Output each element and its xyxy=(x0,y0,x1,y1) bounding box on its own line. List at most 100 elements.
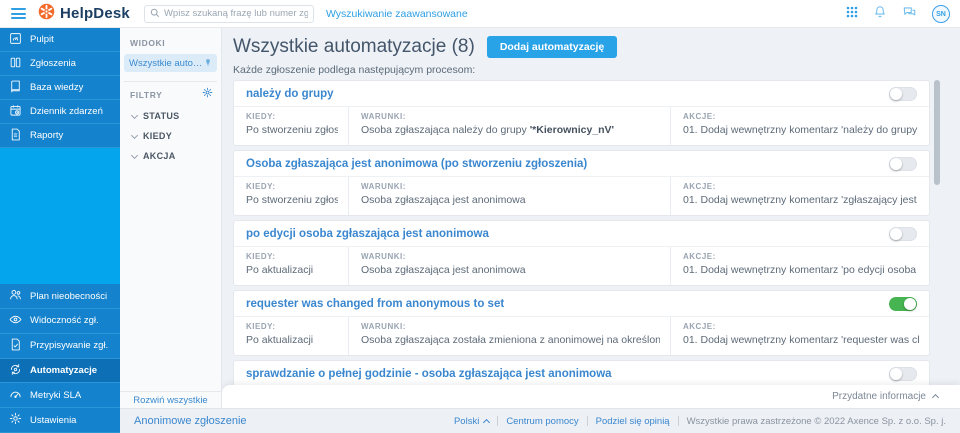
menu-icon[interactable] xyxy=(11,8,26,19)
kiedy-value: Po stworzeniu zgłoszenia xyxy=(246,124,338,136)
warunki-column: WARUNKI: Osoba zgłaszająca jest anonimow… xyxy=(348,247,670,285)
warunki-value: Osoba zgłaszająca została zmieniona z an… xyxy=(361,334,660,346)
sidebar-item-raporty[interactable]: Raporty xyxy=(0,124,120,148)
advanced-search-link[interactable]: Wyszukiwanie zaawansowane xyxy=(326,8,468,20)
automation-title[interactable]: Osoba zgłaszająca jest anonimowa (po stw… xyxy=(246,158,587,170)
bell-icon[interactable] xyxy=(873,5,887,24)
tickets-icon xyxy=(9,56,22,72)
avatar[interactable]: SN xyxy=(932,5,950,23)
view-item-label: Wszystkie automaty... xyxy=(129,58,204,69)
sidebar-item-label: Pulpit xyxy=(30,34,54,45)
pin-icon[interactable] xyxy=(204,54,212,72)
automation-title[interactable]: requester was changed from anonymous to … xyxy=(246,298,504,310)
akcje-column: AKCJE: 01. Dodaj wewnętrzny komentarz 'p… xyxy=(670,247,929,285)
akcje-value: 01. Dodaj wewnętrzny komentarz 'po edycj… xyxy=(683,264,919,276)
topbar-icons: SN xyxy=(846,0,950,28)
enable-toggle[interactable] xyxy=(889,367,917,381)
chat-icon[interactable] xyxy=(902,5,917,24)
card-columns: KIEDY: Po stworzeniu zgłoszenia WARUNKI:… xyxy=(234,107,929,145)
chevron-down-icon xyxy=(131,131,138,138)
anonymous-ticket-link[interactable]: Anonimowe zgłoszenie xyxy=(134,415,247,427)
sidebar-item-widocznosc[interactable]: Widoczność zgł. xyxy=(0,309,120,334)
chevron-up-icon xyxy=(932,394,939,401)
event-log-icon xyxy=(9,104,22,120)
search-box[interactable] xyxy=(144,5,314,23)
sidebar-item-label: Ustawienia xyxy=(30,415,76,426)
assignment-icon xyxy=(9,338,22,354)
kiedy-value: Po stworzeniu zgłoszenia xyxy=(246,194,338,206)
brand-logo[interactable]: HelpDesk xyxy=(38,3,130,25)
sidebar-item-label: Dziennik zdarzeń xyxy=(30,106,103,117)
automation-title[interactable]: należy do grupy xyxy=(246,88,334,100)
expand-all-link[interactable]: Rozwiń wszystkie xyxy=(120,391,221,408)
useful-info-label: Przydatne informacje xyxy=(832,391,926,402)
card-columns: KIEDY: Po stworzeniu zgłoszenia WARUNKI:… xyxy=(234,177,929,215)
automation-title[interactable]: po edycji osoba zgłaszająca jest anonimo… xyxy=(246,228,489,240)
view-item-wszystkie-automatyzacje[interactable]: Wszystkie automaty... xyxy=(124,54,217,72)
useful-info-bar[interactable]: Przydatne informacje xyxy=(222,385,960,408)
sidebar-item-przypisywanie[interactable]: Przypisywanie zgł. xyxy=(0,334,120,359)
settings-icon xyxy=(9,412,22,428)
automation-card: sprawdzanie o pełnej godzinie - osoba zg… xyxy=(233,360,930,385)
sidebar-item-label: Baza wiedzy xyxy=(30,82,83,93)
search-input[interactable] xyxy=(164,8,308,19)
card-title-row: Osoba zgłaszająca jest anonimowa (po stw… xyxy=(234,151,929,177)
enable-toggle[interactable] xyxy=(889,297,917,311)
sidebar-item-pulpit[interactable]: Pulpit xyxy=(0,28,120,52)
automation-title[interactable]: sprawdzanie o pełnej godzinie - osoba zg… xyxy=(246,368,612,380)
sidebar-item-label: Widoczność zgł. xyxy=(30,315,99,326)
vertical-scrollbar[interactable] xyxy=(934,80,940,185)
sidebar-item-label: Zgłoszenia xyxy=(30,58,76,69)
sidebar-item-label: Metryki SLA xyxy=(30,390,81,401)
sidebar-item-metryki-sla[interactable]: Metryki SLA xyxy=(0,383,120,408)
topbar: HelpDesk Wyszukiwanie zaawansowane SN xyxy=(0,0,960,28)
filter-settings-gear-icon[interactable] xyxy=(202,85,213,103)
add-automation-button[interactable]: Dodaj automatyzację xyxy=(487,36,617,58)
filter-kiedy[interactable]: KIEDY xyxy=(120,126,221,146)
help-center-link[interactable]: Centrum pomocy xyxy=(506,416,578,427)
views-filters-panel: WIDOKI Wszystkie automaty... FILTRY STAT… xyxy=(120,28,222,408)
sidebar-item-automatyzacje[interactable]: Automatyzacje xyxy=(0,359,120,384)
kiedy-value: Po aktualizacji xyxy=(246,334,338,346)
search-icon xyxy=(150,5,160,23)
enable-toggle[interactable] xyxy=(889,157,917,171)
automation-card: requester was changed from anonymous to … xyxy=(233,290,930,356)
chevron-down-icon xyxy=(131,111,138,118)
sidebar-item-zgloszenia[interactable]: Zgłoszenia xyxy=(0,52,120,76)
sidebar-item-label: Automatyzacje xyxy=(30,365,97,376)
filters-header-row: FILTRY xyxy=(120,82,221,106)
card-columns: KIEDY: Po aktualizacji WARUNKI: Osoba zg… xyxy=(234,247,929,285)
card-columns: KIEDY: Po aktualizacji WARUNKI: Osoba zg… xyxy=(234,317,929,355)
sidebar-item-baza-wiedzy[interactable]: Baza wiedzy xyxy=(0,76,120,100)
automation-count: (8) xyxy=(452,36,475,57)
akcje-column: AKCJE: 01. Dodaj wewnętrzny komentarz 'r… xyxy=(670,317,929,355)
akcje-value: 01. Dodaj wewnętrzny komentarz 'requeste… xyxy=(683,334,919,346)
apps-grid-icon[interactable] xyxy=(846,5,858,23)
sidebar-bottom-group: Plan nieobecności Widoczność zgł. Przypi… xyxy=(0,284,120,433)
filter-akcja[interactable]: AKCJA xyxy=(120,146,221,166)
divider xyxy=(497,416,498,426)
language-selector[interactable]: Polski xyxy=(454,416,489,427)
helpdesk-logo-icon xyxy=(38,3,55,25)
footer: Anonimowe zgłoszenie Polski Centrum pomo… xyxy=(120,408,960,433)
enable-toggle[interactable] xyxy=(889,87,917,101)
sidebar-item-plan-nieobecnosci[interactable]: Plan nieobecności xyxy=(0,284,120,309)
warunki-value: Osoba zgłaszająca jest anonimowa xyxy=(361,194,660,206)
knowledge-base-icon xyxy=(9,80,22,96)
page-title: Wszystkie automatyzacje (8) xyxy=(233,36,475,58)
filters-header: FILTRY xyxy=(120,82,202,106)
card-title-row: po edycji osoba zgłaszająca jest anonimo… xyxy=(234,221,929,247)
sidebar-item-dziennik-zdarzen[interactable]: Dziennik zdarzeń xyxy=(0,100,120,124)
sidebar-item-label: Plan nieobecności xyxy=(30,291,107,302)
automation-list: należy do grupy KIEDY: Po stworzeniu zgł… xyxy=(233,80,930,385)
page-subtitle: Każde zgłoszenie podlega następującym pr… xyxy=(233,64,475,76)
visibility-icon xyxy=(9,313,22,329)
filter-status[interactable]: STATUS xyxy=(120,106,221,126)
main-title-row: Wszystkie automatyzacje (8) Dodaj automa… xyxy=(233,36,617,58)
feedback-link[interactable]: Podziel się opinią xyxy=(596,416,670,427)
chevron-up-icon xyxy=(483,418,490,425)
card-title-row: należy do grupy xyxy=(234,81,929,107)
sidebar-item-ustawienia[interactable]: Ustawienia xyxy=(0,408,120,433)
enable-toggle[interactable] xyxy=(889,227,917,241)
kiedy-column: KIEDY: Po aktualizacji xyxy=(234,247,348,285)
